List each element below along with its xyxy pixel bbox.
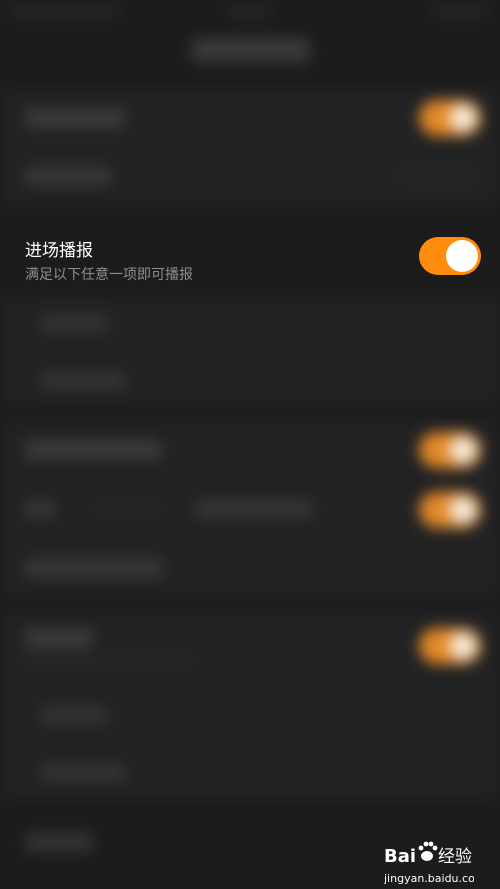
setting-title: 进场播报 [25, 241, 93, 261]
blurred-background [0, 0, 500, 889]
watermark-domain: jingyan.baidu.com [384, 872, 474, 885]
entry-broadcast-toggle[interactable] [419, 237, 481, 275]
paw-icon [418, 841, 438, 861]
baidu-jingyan-watermark: Bai 经验 jingyan.baidu.com [384, 841, 474, 885]
watermark-suffix: 经验 [438, 847, 472, 867]
setting-subtitle: 满足以下任意一项即可播报 [25, 267, 193, 283]
watermark-brand: Bai [384, 846, 416, 867]
entry-broadcast-setting-row: 进场播报 满足以下任意一项即可播报 [0, 222, 500, 294]
toggle-knob [446, 240, 478, 272]
